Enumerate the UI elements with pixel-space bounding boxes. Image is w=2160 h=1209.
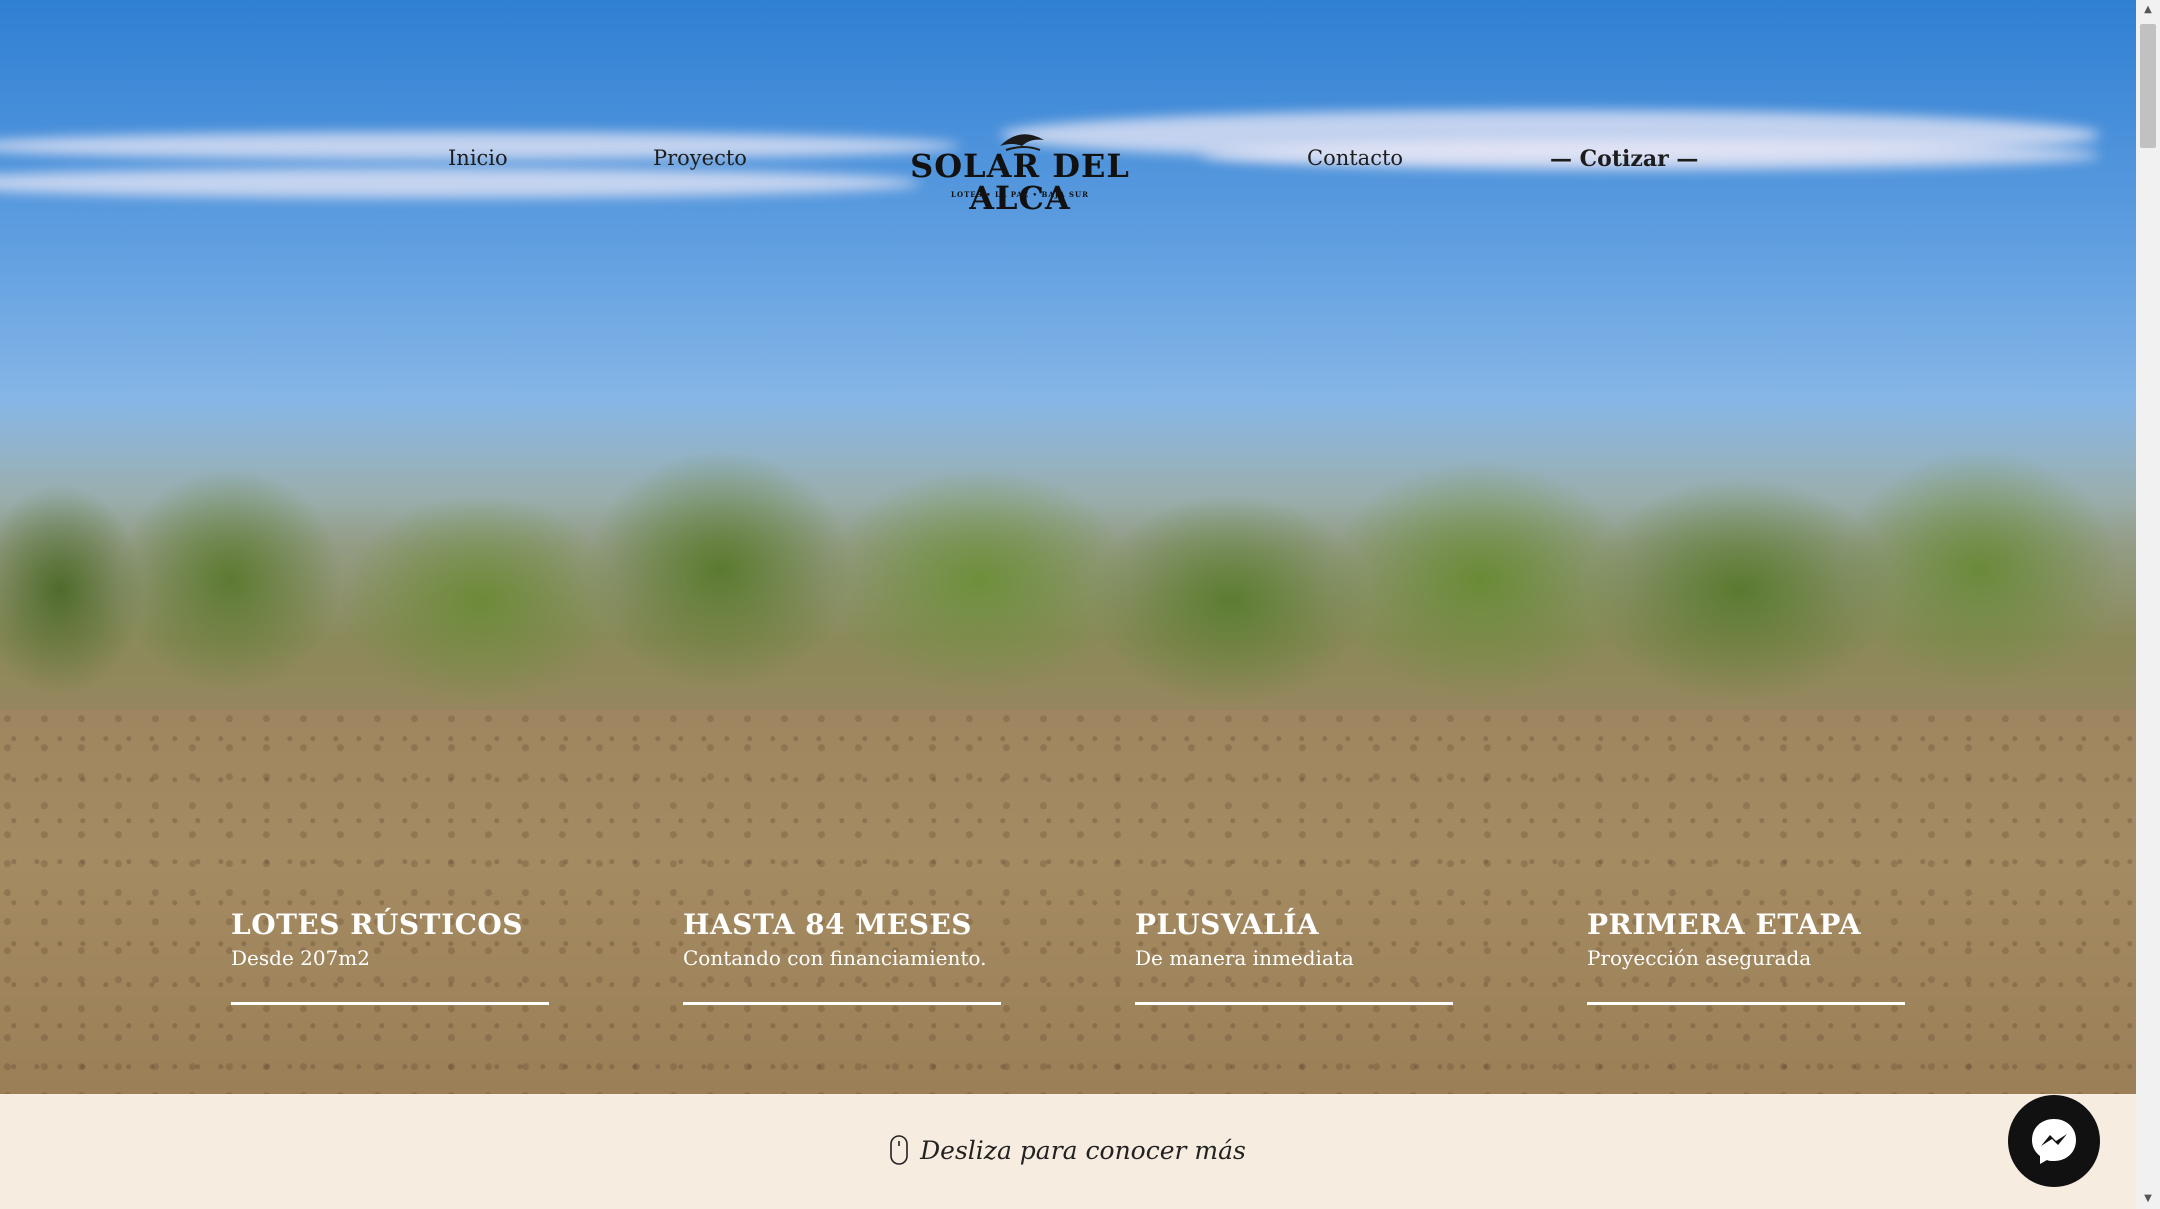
nav-contacto[interactable]: Contacto [1307, 146, 1403, 170]
tree-line [0, 400, 2136, 740]
scroll-down-icon[interactable]: ▼ [2142, 1193, 2154, 1205]
feature-item: HASTA 84 MESES Contando con financiamien… [683, 908, 1001, 1005]
feature-item: LOTES RÚSTICOS Desde 207m2 [231, 908, 549, 1005]
scrollbar[interactable]: ▲ ▼ [2136, 0, 2160, 1209]
feature-item: PRIMERA ETAPA Proyección asegurada [1587, 908, 1905, 1005]
logo-sub: LOTES • LA PAZ • BAJA SUR [951, 190, 1089, 199]
divider [683, 1002, 1001, 1005]
feature-subtitle: Desde 207m2 [231, 945, 370, 970]
nav-inicio[interactable]: Inicio [448, 146, 508, 170]
hero-banner: Inicio Proyecto SOLAR DEL ALCA LOTES • L… [0, 0, 2136, 1094]
divider [1587, 1002, 1905, 1005]
logo-name: SOLAR DEL ALCA [910, 147, 1130, 217]
mouse-icon [890, 1135, 908, 1165]
feature-title: PLUSVALÍA [1135, 908, 1320, 941]
divider [231, 1002, 549, 1005]
feature-subtitle: Proyección asegurada [1587, 945, 1812, 970]
dirt-ground [0, 710, 2136, 1094]
scroll-up-icon[interactable]: ▲ [2142, 4, 2154, 16]
scroll-hint-label: Desliza para conocer más [920, 1135, 1246, 1165]
scroll-hint[interactable]: Desliza para conocer más [0, 1130, 2136, 1170]
feature-subtitle: De manera inmediata [1135, 945, 1354, 970]
messenger-chat-button[interactable] [2008, 1095, 2100, 1187]
logo[interactable]: SOLAR DEL ALCA LOTES • LA PAZ • BAJA SUR [884, 116, 1156, 214]
feature-subtitle: Contando con financiamiento. [683, 945, 987, 970]
nav-cotizar-button[interactable]: — Cotizar — [1550, 146, 1698, 172]
feature-item: PLUSVALÍA De manera inmediata [1135, 908, 1453, 1005]
nav-proyecto[interactable]: Proyecto [653, 146, 747, 170]
cloud [0, 168, 920, 198]
feature-title: LOTES RÚSTICOS [231, 908, 523, 941]
scroll-thumb[interactable] [2140, 24, 2156, 148]
messenger-icon [2032, 1119, 2076, 1164]
feature-title: PRIMERA ETAPA [1587, 908, 1862, 941]
divider [1135, 1002, 1453, 1005]
feature-title: HASTA 84 MESES [683, 908, 973, 941]
